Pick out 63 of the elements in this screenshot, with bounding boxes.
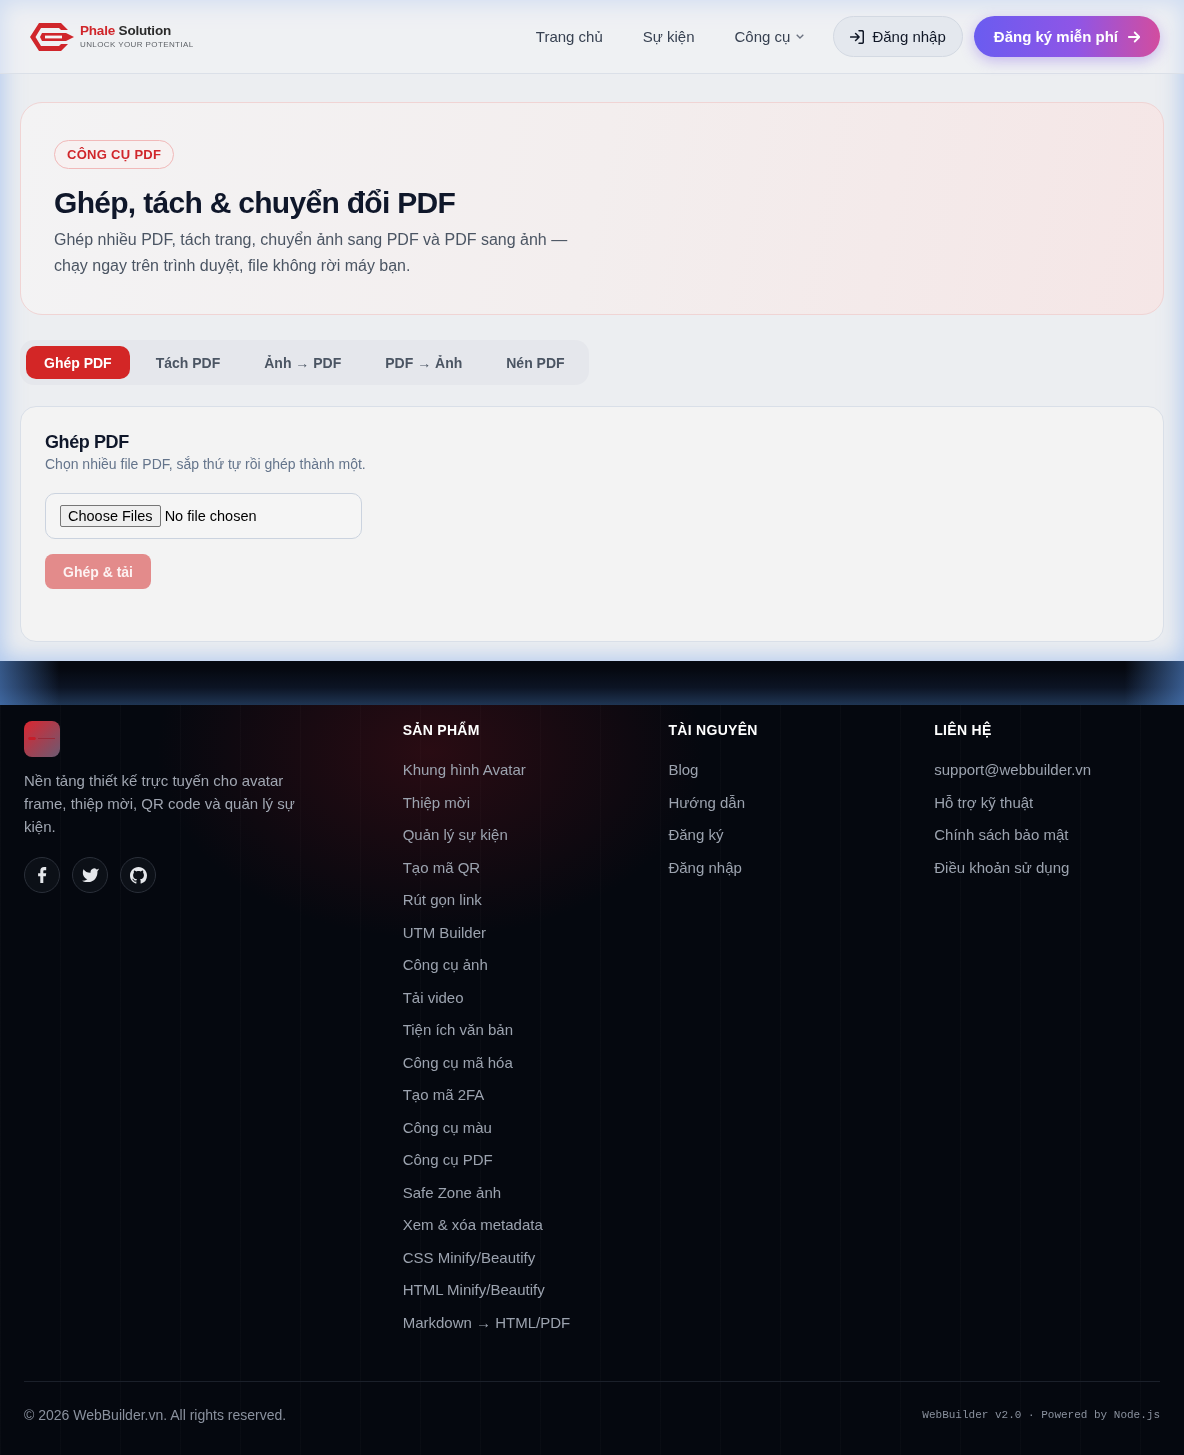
- footer-link[interactable]: Tải video: [402, 986, 464, 1009]
- footer-link[interactable]: Markdown → HTML/PDF: [402, 1311, 571, 1334]
- page-title: Ghép, tách & chuyển đổi PDF: [54, 185, 456, 221]
- logo-tile-icon: [24, 721, 60, 757]
- footer-link[interactable]: Điều khoản sử dụng: [934, 856, 1070, 879]
- version-text: WebBuilder v2.0 · Powered by Node.js: [922, 1409, 1160, 1421]
- footer-column-heading: LIÊN HỆ: [934, 721, 992, 739]
- file-input-field[interactable]: Choose Files No file chosen: [45, 493, 362, 539]
- nav-link[interactable]: Công cụ: [734, 28, 805, 45]
- footer-link[interactable]: Hướng dẫn: [668, 791, 746, 814]
- brand-tagline: UNLOCK YOUR POTENTIAL: [80, 40, 194, 50]
- nav-link[interactable]: Trang chủ: [535, 28, 603, 45]
- footer-link[interactable]: Công cụ màu: [402, 1116, 492, 1139]
- footer-link[interactable]: Đăng nhập: [668, 856, 742, 879]
- footer-link[interactable]: Tạo mã 2FA: [402, 1084, 485, 1106]
- signup-button[interactable]: Đăng ký miễn phí: [973, 16, 1160, 57]
- facebook-link[interactable]: [24, 857, 60, 893]
- github-link[interactable]: [120, 857, 156, 893]
- tab[interactable]: PDF → Ảnh: [367, 346, 481, 379]
- footer-link[interactable]: Safe Zone ảnh: [402, 1181, 502, 1204]
- footer-description: Nền tảng thiết kế trực tuyến cho avatar frame, thiệp mời, QR code và quản lý sự kiện.: [24, 771, 296, 837]
- copyright-text: © 2026 WebBuilder.vn. All rights reserved.: [24, 1406, 287, 1424]
- brand-name[interactable]: Phale Solution: [80, 23, 194, 39]
- tab[interactable]: Nén PDF: [488, 346, 583, 379]
- footer-link[interactable]: UTM Builder: [402, 921, 486, 944]
- github-icon: [129, 866, 147, 884]
- login-icon: [850, 29, 865, 44]
- bird-icon: [81, 868, 99, 882]
- footer-link[interactable]: Thiệp mời: [402, 791, 470, 814]
- category-badge: CÔNG CỤ PDF: [54, 140, 175, 169]
- footer-link[interactable]: Tiện ích văn bản: [402, 1019, 513, 1041]
- footer-link[interactable]: Công cụ PDF: [402, 1149, 493, 1171]
- footer-link[interactable]: support@webbuilder.vn: [934, 759, 1092, 781]
- footer-link[interactable]: Hỗ trợ kỹ thuật: [934, 791, 1034, 814]
- footer-link[interactable]: Công cụ ảnh: [402, 954, 488, 976]
- tool-title: Ghép PDF: [45, 431, 129, 454]
- footer-link[interactable]: Xem & xóa metadata: [402, 1214, 543, 1236]
- caret-icon: [796, 34, 805, 39]
- footer-link[interactable]: Blog: [668, 759, 699, 781]
- arrow-right-icon: [1128, 30, 1140, 43]
- nav-link[interactable]: Sự kiện: [642, 28, 695, 45]
- facebook-icon: [37, 867, 47, 883]
- footer-link[interactable]: Tạo mã QR: [402, 856, 481, 879]
- tool-description: Chọn nhiều file PDF, sắp thứ tự rồi ghép thành một.: [45, 455, 366, 474]
- tab[interactable]: Ảnh → PDF: [246, 346, 360, 379]
- footer-link[interactable]: HTML Minify/Beautify: [402, 1279, 545, 1301]
- footer-link[interactable]: Công cụ mã hóa: [402, 1051, 513, 1074]
- choose-files-button[interactable]: Choose Files: [60, 505, 161, 527]
- footer-link[interactable]: CSS Minify/Beautify: [402, 1246, 536, 1269]
- twitter-link[interactable]: [72, 857, 108, 893]
- tab[interactable]: Tách PDF: [137, 346, 239, 379]
- footer-link[interactable]: Đăng ký: [668, 824, 724, 846]
- file-status-text: No file chosen: [164, 508, 257, 524]
- footer-link[interactable]: Khung hình Avatar: [402, 759, 526, 781]
- logo-icon[interactable]: [30, 22, 74, 51]
- login-button[interactable]: Đăng nhập: [833, 16, 963, 57]
- footer-link[interactable]: Quản lý sự kiện: [402, 824, 508, 846]
- footer-link[interactable]: Chính sách bảo mật: [934, 824, 1069, 846]
- tab[interactable]: Ghép PDF: [26, 346, 130, 379]
- page-description: Ghép nhiều PDF, tách trang, chuyển ảnh sang PDF và PDF sang ảnh — chạy ngay trên trình duyệt, file không rời máy bạn.: [54, 230, 569, 276]
- footer-column-heading: TÀI NGUYÊN: [668, 721, 758, 739]
- footer-column-heading: SẢN PHẨM: [402, 721, 480, 739]
- footer-link[interactable]: Rút gọn link: [402, 889, 482, 911]
